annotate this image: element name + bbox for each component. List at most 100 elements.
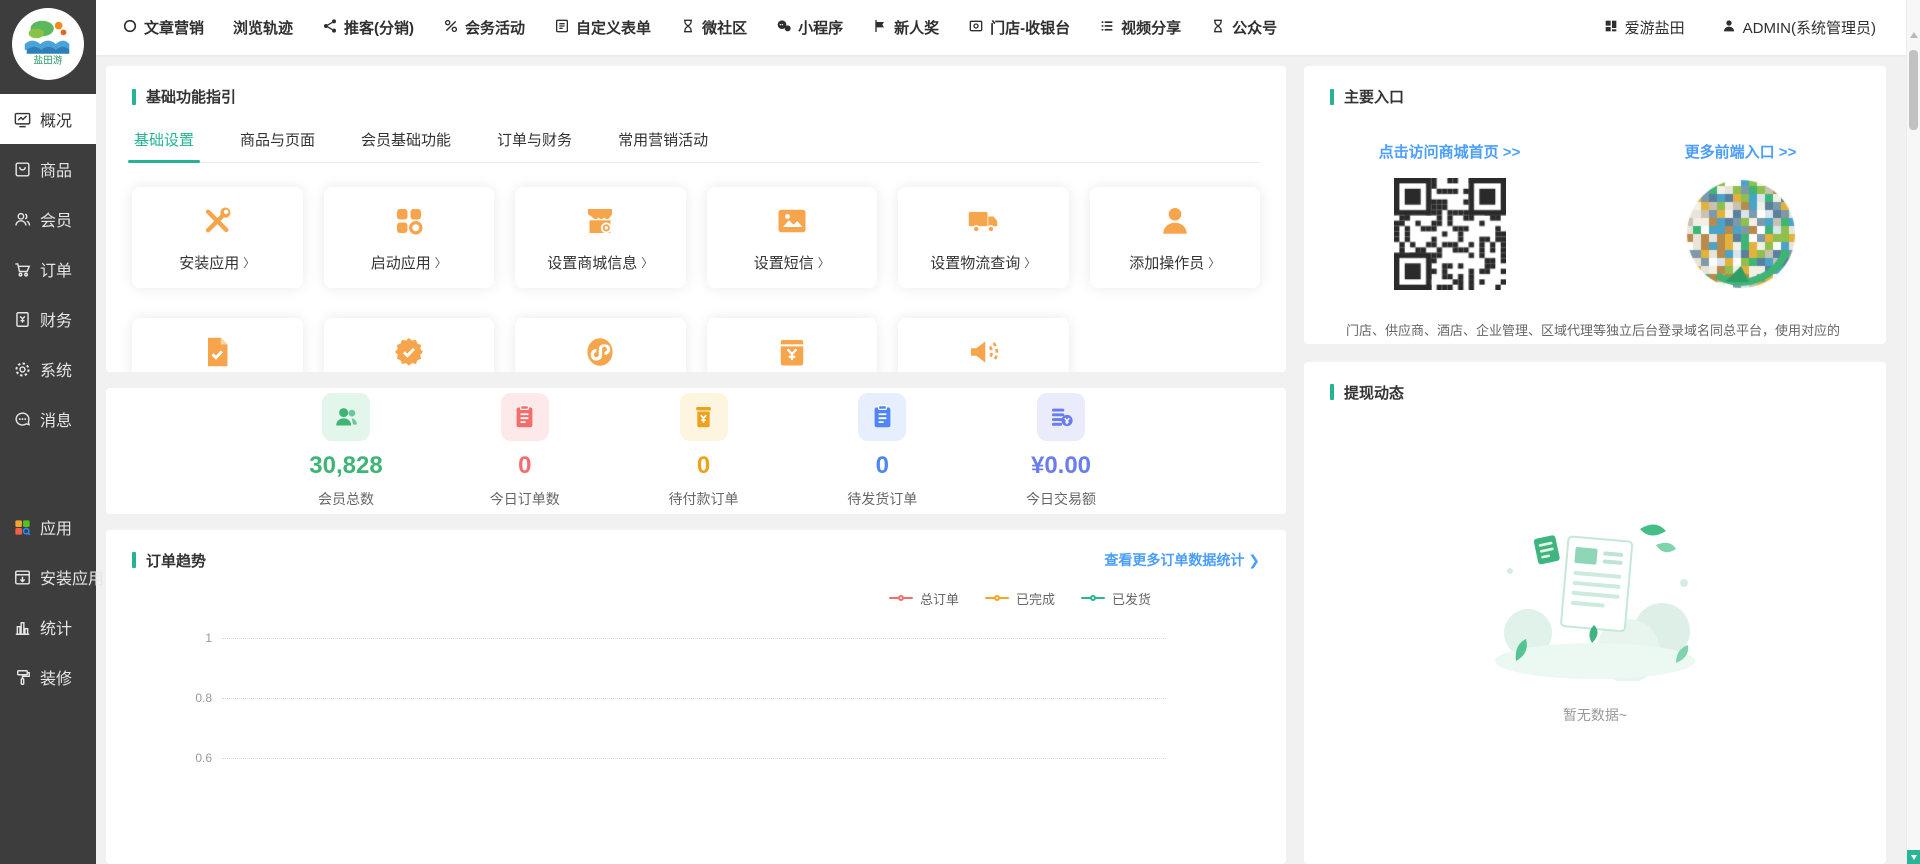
topnav-item[interactable]: 文章营销 bbox=[122, 17, 204, 38]
chevron-right-icon: 〉 bbox=[818, 254, 830, 271]
right-column: 主要入口 点击访问商城首页 >>更多前端入口 >> 门店、供应商、酒店、企业管理… bbox=[1304, 66, 1886, 864]
guide-title-row: 基础功能指引 bbox=[106, 66, 1286, 107]
guide-card-接入微信公众号[interactable]: 接入微信公众号〉 bbox=[324, 318, 495, 372]
chart-gridline bbox=[222, 758, 1166, 759]
legend-已完成[interactable]: 已完成 bbox=[985, 589, 1055, 608]
topnav-item[interactable]: 门店-收银台 bbox=[968, 17, 1070, 38]
truck-icon bbox=[965, 203, 1001, 239]
list-icon bbox=[1099, 18, 1115, 38]
topnav-item[interactable]: 新人奖 bbox=[872, 17, 939, 38]
share-icon bbox=[322, 18, 338, 38]
sidebar-item-安装应用[interactable]: 安装应用 bbox=[0, 552, 96, 602]
legend-已发货[interactable]: 已发货 bbox=[1081, 589, 1151, 608]
entry-link[interactable]: 更多前端入口 >> bbox=[1595, 141, 1886, 162]
order-cart-icon bbox=[13, 260, 32, 279]
topnav-item[interactable]: 自定义表单 bbox=[554, 17, 651, 38]
tab-订单与财务[interactable]: 订单与财务 bbox=[495, 125, 574, 162]
tab-基础设置[interactable]: 基础设置 bbox=[132, 125, 196, 162]
guide-card-label: 安装应用〉 bbox=[179, 252, 255, 273]
scrollbar-up-arrow[interactable] bbox=[1910, 32, 1918, 38]
guide-card-启动应用[interactable]: 启动应用〉 bbox=[324, 187, 495, 288]
order-trend-card: 订单趋势 查看更多订单数据统计 ❯ 总订单已完成已发货 10.80.6 bbox=[106, 530, 1286, 864]
sidebar-item-应用[interactable]: 应用 bbox=[0, 502, 96, 552]
logo-text: 盐田游 bbox=[33, 53, 62, 66]
entry-note: 门店、供应商、酒店、企业管理、区域代理等独立后台登录域名同总平台，使用对应的店员… bbox=[1346, 320, 1844, 344]
admin-dashboard: 盐田游 概况商品会员订单财务系统消息应用安装应用统计装修 文章营销浏览轨迹推客(… bbox=[0, 0, 1920, 864]
doc-check-icon bbox=[199, 334, 235, 370]
topnav-item[interactable]: 视频分享 bbox=[1099, 17, 1181, 38]
shop-switcher[interactable]: 爱游盐田 bbox=[1603, 17, 1685, 38]
stat-label: 待付款订单 bbox=[669, 489, 739, 509]
topnav-label: 推客(分销) bbox=[344, 17, 414, 38]
topnav-item[interactable]: 公众号 bbox=[1210, 17, 1277, 38]
sidebar-item-订单[interactable]: 订单 bbox=[0, 244, 96, 294]
guide-card-text: 启动应用 bbox=[371, 252, 431, 273]
stats-card: 30,828会员总数0今日订单数0待付款订单0待发货订单¥0.00今日交易额 bbox=[106, 388, 1286, 513]
guide-card-设置短信[interactable]: 设置短信〉 bbox=[707, 187, 878, 288]
paint-roller-icon bbox=[13, 668, 32, 687]
scrollbar-down-button[interactable] bbox=[1907, 850, 1920, 864]
left-column: 基础功能指引 基础设置 商品与页面 会员基础功能 订单与财务 常用营销活动 安装应用〉 启… bbox=[106, 66, 1286, 864]
guide-card-添加操作员[interactable]: 添加操作员〉 bbox=[1090, 187, 1261, 288]
topnav-item[interactable]: 浏览轨迹 bbox=[233, 17, 293, 38]
store-gear-icon bbox=[582, 203, 618, 239]
shop-logo[interactable]: 盐田游 bbox=[12, 8, 84, 80]
topnav-item[interactable]: 微社区 bbox=[680, 17, 747, 38]
sidebar-item-概况[interactable]: 概况 bbox=[0, 94, 96, 144]
stat-label: 待发货订单 bbox=[847, 489, 917, 509]
topnav-item[interactable]: 小程序 bbox=[776, 17, 843, 38]
topbar-right: 爱游盐田 ADMIN(系统管理员) bbox=[1603, 17, 1876, 38]
stat-value: 0 bbox=[518, 452, 531, 480]
miniprogram-icon bbox=[582, 334, 618, 370]
front-entry-qr-code bbox=[1685, 178, 1797, 290]
trend-title: 订单趋势 bbox=[146, 550, 206, 571]
chart-gridline bbox=[222, 638, 1166, 639]
gear-icon bbox=[13, 360, 32, 379]
trend-head: 订单趋势 查看更多订单数据统计 ❯ bbox=[106, 530, 1286, 571]
legend-marker bbox=[889, 597, 913, 599]
sidebar: 盐田游 概况商品会员订单财务系统消息应用安装应用统计装修 bbox=[0, 0, 96, 864]
scrollbar-thumb[interactable] bbox=[1909, 50, 1918, 130]
more-order-stats-link[interactable]: 查看更多订单数据统计 ❯ bbox=[1104, 550, 1260, 570]
guide-card-支付方式[interactable]: 支付方式〉 bbox=[707, 318, 878, 372]
topnav-item[interactable]: 推客(分销) bbox=[322, 17, 414, 38]
chart-gridline bbox=[222, 698, 1166, 699]
sidebar-item-统计[interactable]: 统计 bbox=[0, 602, 96, 652]
guide-card-设置物流查询[interactable]: 设置物流查询〉 bbox=[898, 187, 1069, 288]
app-grid-icon bbox=[391, 203, 427, 239]
page-scrollbar[interactable] bbox=[1906, 0, 1920, 864]
sidebar-item-label: 安装应用 bbox=[40, 565, 104, 589]
guide-card-label: 设置短信〉 bbox=[754, 252, 830, 273]
user-name: ADMIN(系统管理员) bbox=[1743, 17, 1876, 38]
guide-card-微信模板消息[interactable]: 微信模板消息〉 bbox=[898, 318, 1069, 372]
stat-value: 0 bbox=[876, 452, 889, 480]
sidebar-item-商品[interactable]: 商品 bbox=[0, 144, 96, 194]
tab-常用营销活动[interactable]: 常用营销活动 bbox=[616, 125, 710, 162]
sidebar-item-消息[interactable]: 消息 bbox=[0, 394, 96, 444]
sidebar-item-系统[interactable]: 系统 bbox=[0, 344, 96, 394]
guide-card-设置商城信息[interactable]: 设置商城信息〉 bbox=[515, 187, 686, 288]
sidebar-item-装修[interactable]: 装修 bbox=[0, 652, 96, 702]
stat-value: 30,828 bbox=[309, 452, 382, 480]
topnav-label: 视频分享 bbox=[1121, 17, 1181, 38]
tab-商品与页面[interactable]: 商品与页面 bbox=[238, 125, 317, 162]
user-menu[interactable]: ADMIN(系统管理员) bbox=[1721, 17, 1876, 38]
guide-card-text: 设置短信 bbox=[754, 252, 814, 273]
stat-label: 今日订单数 bbox=[490, 489, 560, 509]
clipboard-icon bbox=[858, 393, 906, 441]
sidebar-item-会员[interactable]: 会员 bbox=[0, 194, 96, 244]
entry-link[interactable]: 点击访问商城首页 >> bbox=[1304, 141, 1595, 162]
guide-card-前端入口[interactable]: 前端入口〉 bbox=[132, 318, 303, 372]
guide-card-安装应用[interactable]: 安装应用〉 bbox=[132, 187, 303, 288]
y-axis-tick: 0.6 bbox=[186, 751, 222, 765]
stat-今日交易额: ¥0.00今日交易额 bbox=[986, 393, 1136, 509]
sidebar-item-财务[interactable]: 财务 bbox=[0, 294, 96, 344]
tab-会员基础功能[interactable]: 会员基础功能 bbox=[359, 125, 453, 162]
line-chart: 10.80.6 bbox=[186, 638, 1166, 818]
topnav-item[interactable]: 会务活动 bbox=[443, 17, 525, 38]
stat-label: 会员总数 bbox=[318, 489, 374, 509]
guide-card-接入微信小程序[interactable]: 接入微信小程序〉 bbox=[515, 318, 686, 372]
legend-总订单[interactable]: 总订单 bbox=[889, 589, 959, 608]
link-icon bbox=[443, 18, 459, 38]
y-axis-tick: 0.8 bbox=[186, 691, 222, 705]
